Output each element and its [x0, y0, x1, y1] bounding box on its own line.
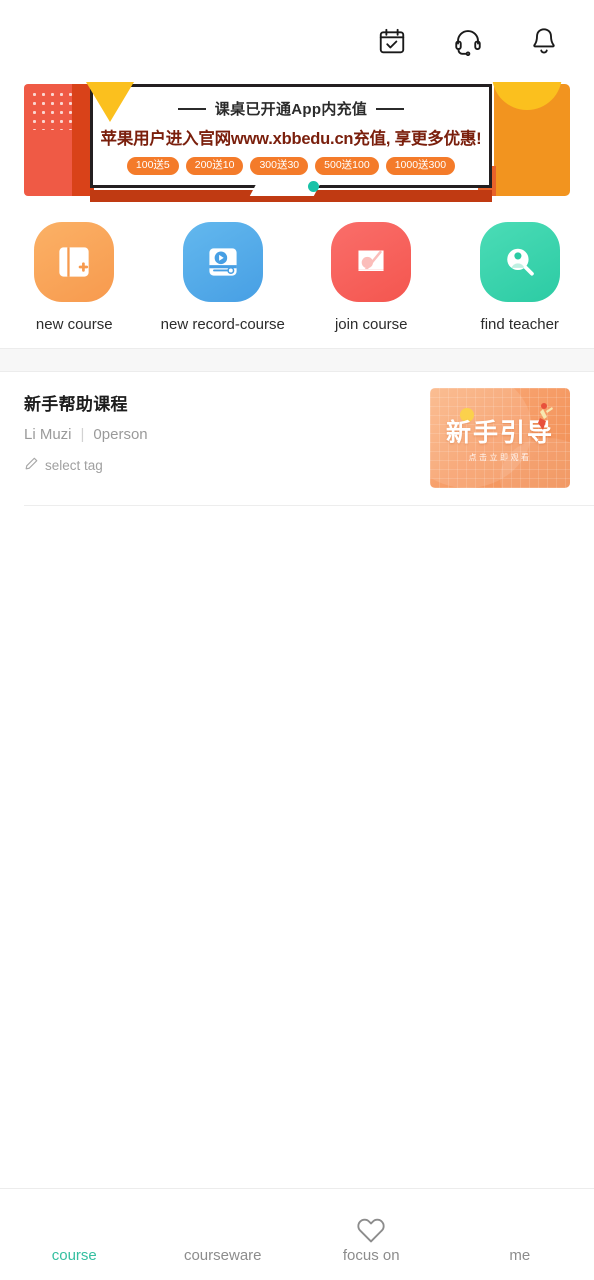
- tab-course[interactable]: course: [0, 1189, 149, 1266]
- course-thumbnail[interactable]: 新手引导 点击立即观看: [430, 388, 570, 488]
- course-participants: 0person: [93, 426, 148, 443]
- promo-badge: 300送30: [250, 157, 309, 176]
- heart-icon: [355, 1213, 387, 1247]
- find-teacher-icon: [479, 222, 560, 302]
- banner-badge-list: 100送5 200送10 300送30 500送100 1000送300: [126, 157, 456, 176]
- tab-courseware[interactable]: courseware: [149, 1189, 298, 1266]
- banner-triangle-decoration: [86, 82, 134, 122]
- thumb-sub-text: 点击立即观看: [468, 453, 532, 462]
- banner-headline: 苹果用户进入官网www.xbbedu.cn充值, 享更多优惠!: [100, 130, 482, 148]
- headset-icon[interactable]: [440, 13, 496, 69]
- banner-subheadline: 课桌已开通App内充值: [214, 101, 368, 118]
- action-new-course[interactable]: new course: [0, 222, 149, 333]
- action-label: find teacher: [480, 316, 559, 333]
- promo-badge: 200送10: [185, 157, 244, 176]
- tab-focus-on[interactable]: focus on: [297, 1189, 446, 1266]
- promo-banner-container: 课桌已开通App内充值 苹果用户进入官网www.xbbedu.cn充值, 享更多…: [0, 82, 594, 208]
- promo-badge: 500送100: [315, 157, 379, 176]
- select-tag-button[interactable]: select tag: [24, 456, 148, 474]
- action-find-teacher[interactable]: find teacher: [446, 222, 594, 333]
- action-label: join course: [334, 316, 408, 333]
- thumb-person-decoration: [538, 403, 553, 430]
- quick-actions: new course new record-course join course…: [0, 208, 594, 348]
- action-new-record-course[interactable]: new record-course: [149, 222, 298, 333]
- dash-right: [376, 107, 405, 110]
- tab-label: course: [51, 1247, 97, 1264]
- tab-label: focus on: [342, 1247, 400, 1264]
- pencil-icon: [24, 456, 39, 474]
- promo-badge: 1000送300: [385, 157, 456, 176]
- promo-badge: 100送5: [126, 157, 179, 176]
- top-header: [0, 0, 594, 82]
- list-item[interactable]: 新手帮助课程 Li Muzi | 0person select tag 新手引导…: [0, 372, 594, 506]
- banner-right-panel: [492, 82, 570, 196]
- join-course-icon: [331, 222, 412, 302]
- dash-left: [177, 107, 206, 110]
- bottom-tabbar: course courseware focus on me: [0, 1188, 594, 1280]
- course-title: 新手帮助课程: [24, 395, 128, 414]
- tab-label: courseware: [183, 1247, 262, 1264]
- meta-separator: |: [80, 426, 85, 443]
- bell-icon[interactable]: [516, 13, 572, 69]
- select-tag-label: select tag: [45, 457, 103, 473]
- course-meta: Li Muzi | 0person: [24, 426, 148, 443]
- banner-teal-dot: [307, 181, 319, 192]
- banner-dot-pattern: [30, 90, 76, 130]
- banner-content-card: 课桌已开通App内充值 苹果用户进入官网www.xbbedu.cn充值, 享更多…: [90, 84, 492, 188]
- calendar-check-icon[interactable]: [364, 13, 420, 69]
- tab-label: me: [509, 1247, 531, 1264]
- course-author: Li Muzi: [24, 426, 72, 443]
- app-screen: 课桌已开通App内充值 苹果用户进入官网www.xbbedu.cn充值, 享更多…: [0, 0, 594, 1280]
- banner-arc-decoration: [492, 82, 562, 110]
- action-label: new record-course: [160, 316, 285, 333]
- course-info: 新手帮助课程 Li Muzi | 0person select tag: [24, 388, 148, 474]
- new-course-icon: [34, 222, 115, 302]
- section-separator: [0, 348, 594, 372]
- action-join-course[interactable]: join course: [297, 222, 446, 333]
- action-label: new course: [35, 316, 113, 333]
- promo-banner[interactable]: 课桌已开通App内充值 苹果用户进入官网www.xbbedu.cn充值, 享更多…: [24, 82, 570, 202]
- banner-subheadline-row: 课桌已开通App内充值: [177, 98, 405, 119]
- tab-me[interactable]: me: [446, 1189, 594, 1266]
- record-course-icon: [182, 222, 263, 302]
- course-list: 新手帮助课程 Li Muzi | 0person select tag 新手引导…: [0, 372, 594, 1188]
